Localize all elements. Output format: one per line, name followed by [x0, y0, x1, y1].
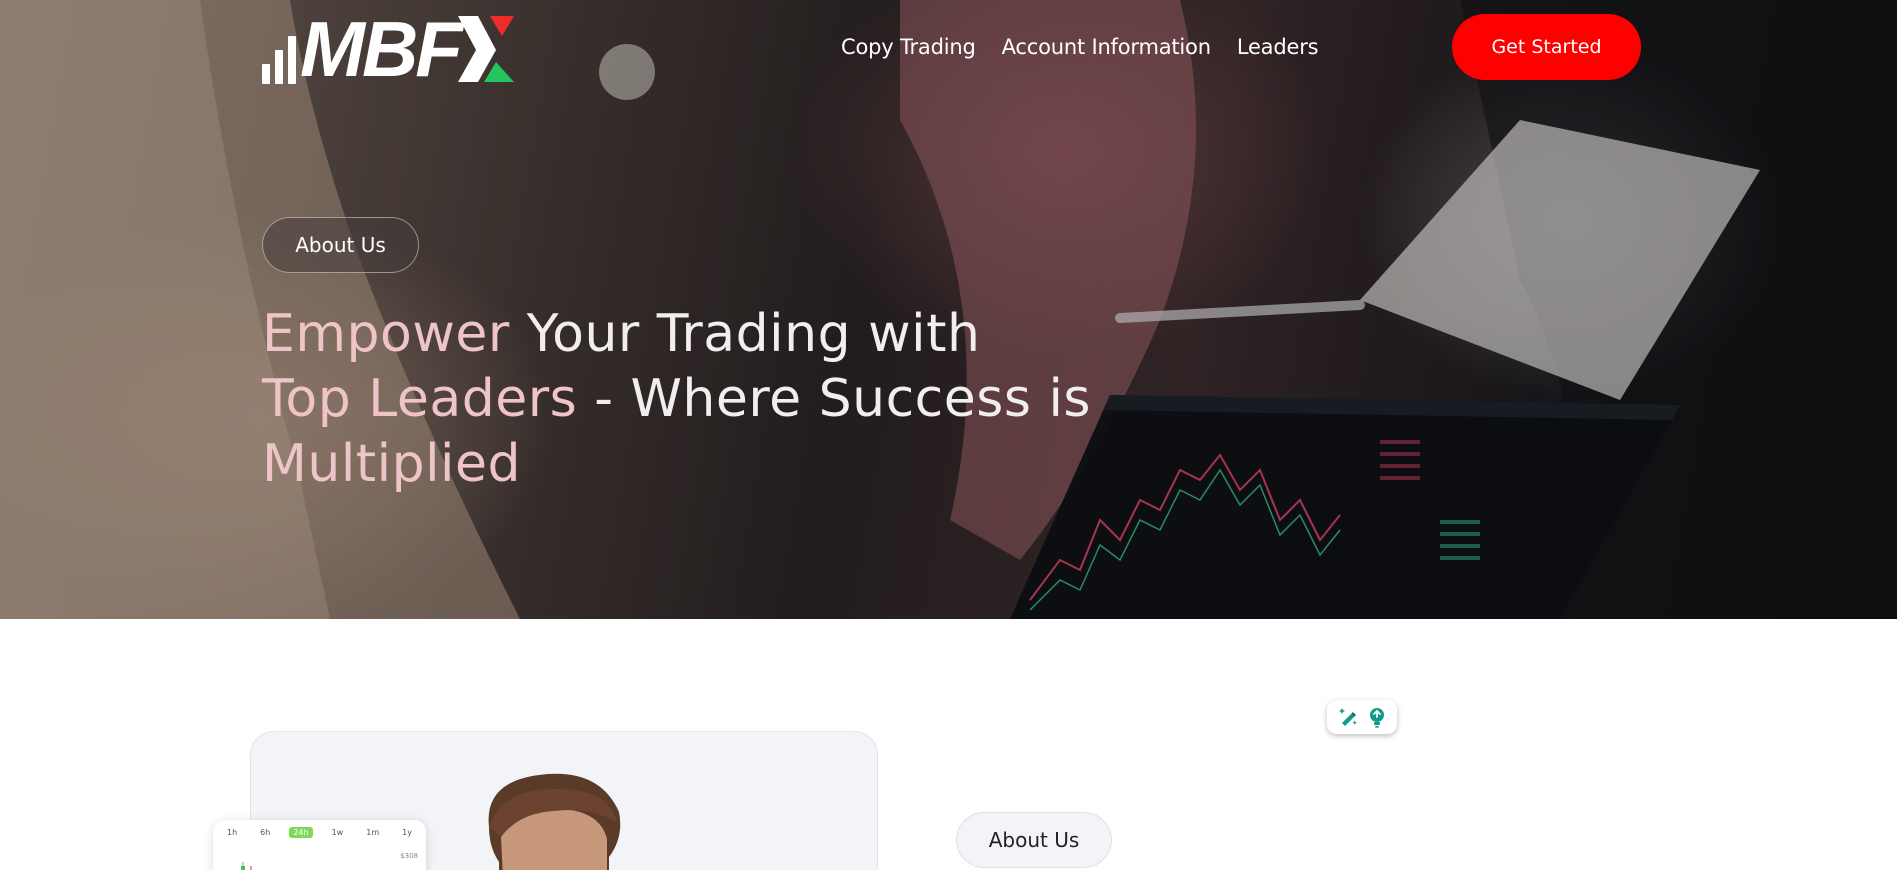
nav-copy-trading[interactable]: Copy Trading — [841, 33, 976, 61]
hero-section: MBF Copy Trading Account Information Lea… — [0, 0, 1897, 619]
chart-price-label: $308 — [400, 852, 418, 860]
nav-leaders[interactable]: Leaders — [1237, 33, 1319, 61]
candlestick-icon — [241, 862, 252, 870]
brand-logo[interactable]: MBF — [262, 5, 518, 93]
headline-part: Multiplied — [262, 434, 522, 494]
tab-6h[interactable]: 6h — [256, 827, 274, 838]
person-photo — [488, 773, 621, 870]
magic-pen-icon[interactable] — [1335, 704, 1361, 730]
hero-about-us-badge[interactable]: About Us — [262, 217, 419, 273]
headline-part: - Where Success is — [577, 369, 1092, 429]
hero-headline: Empower Your Trading with Top Leaders - … — [262, 302, 1182, 497]
logo-bars-icon — [262, 20, 296, 84]
logo-text: MBF — [300, 5, 463, 93]
headline-part: Your Trading with — [526, 304, 981, 364]
get-started-button[interactable]: Get Started — [1452, 14, 1641, 80]
mini-price-chart-card: 1h 6h 24h 1w 1m 1y $308 — [213, 820, 426, 870]
tab-1h[interactable]: 1h — [223, 827, 241, 838]
about-us-badge[interactable]: About Us — [956, 812, 1112, 868]
nav-account-information[interactable]: Account Information — [1002, 33, 1211, 61]
chart-timeframe-tabs: 1h 6h 24h 1w 1m 1y — [213, 820, 426, 838]
main-nav: Copy Trading Account Information Leaders — [841, 33, 1319, 61]
tab-1m[interactable]: 1m — [362, 827, 383, 838]
headline-part: Empower — [262, 304, 527, 364]
tab-1y[interactable]: 1y — [398, 827, 416, 838]
tab-24h[interactable]: 24h — [289, 827, 313, 838]
tab-1w[interactable]: 1w — [328, 827, 348, 838]
floating-toolbar — [1327, 700, 1397, 734]
lightbulb-icon[interactable] — [1364, 704, 1390, 730]
logo-x-icon — [457, 16, 514, 82]
headline-part: Top Leaders — [262, 369, 578, 429]
